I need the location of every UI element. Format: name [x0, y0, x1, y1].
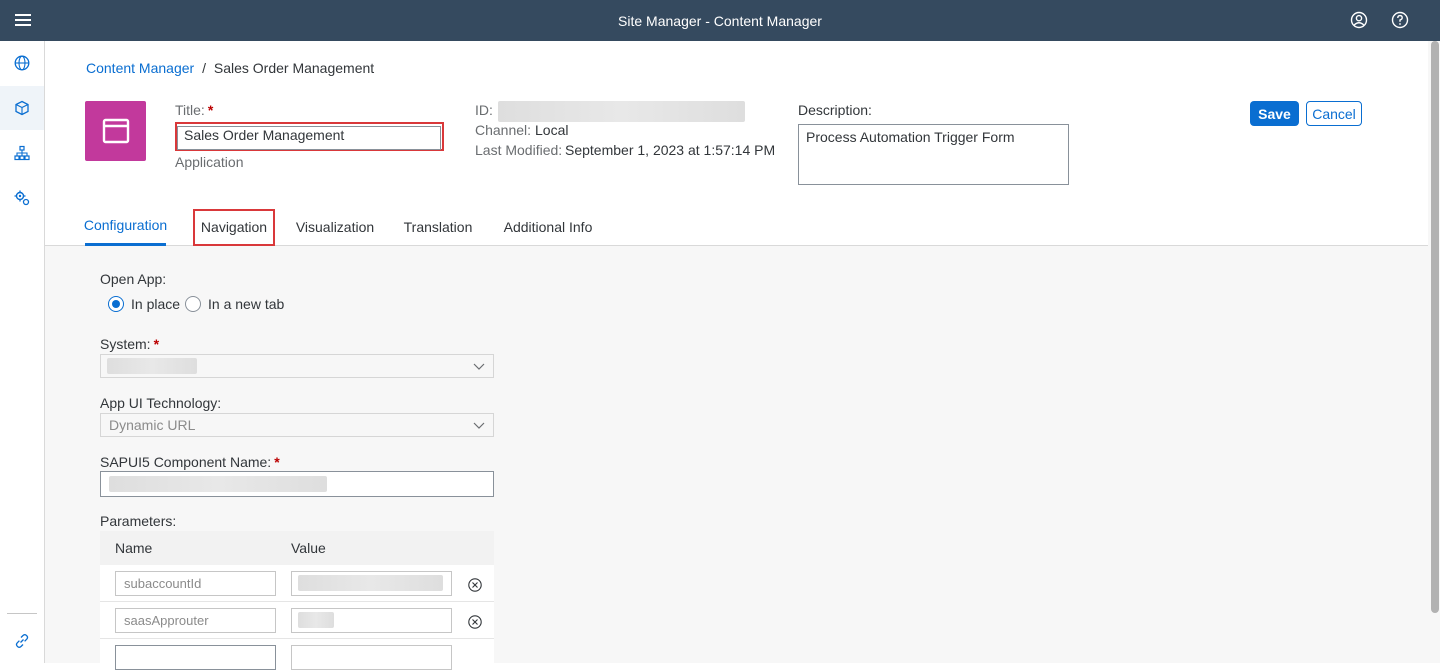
channel-value: Local — [535, 122, 569, 138]
breadcrumb-separator: / — [202, 60, 206, 76]
save-button[interactable]: Save — [1250, 101, 1299, 126]
title-value: Sales Order Management — [184, 127, 345, 143]
window-icon — [102, 118, 129, 144]
component-name-input[interactable] — [100, 471, 494, 497]
param-value-input[interactable] — [291, 571, 452, 596]
title-label: Title: * — [175, 102, 214, 118]
scrollbar-thumb[interactable] — [1431, 41, 1439, 613]
settings-icon — [14, 190, 30, 206]
parameters-table: Name Value subaccountId saasApprouter — [100, 531, 494, 670]
navigation-tab-highlight — [193, 209, 275, 246]
system-label: System: * — [100, 336, 160, 352]
param-name-input[interactable]: saasApprouter — [115, 608, 276, 633]
param-value-redacted — [298, 575, 443, 591]
chevron-down-icon — [473, 363, 485, 370]
application-icon — [85, 101, 146, 161]
remove-icon[interactable] — [468, 615, 482, 629]
param-column-value: Value — [291, 540, 326, 556]
help-icon[interactable] — [1391, 11, 1409, 29]
open-in-place-radio[interactable] — [108, 296, 124, 312]
remove-icon[interactable] — [468, 578, 482, 592]
app-ui-technology-value: Dynamic URL — [109, 417, 196, 433]
param-name-input-new[interactable] — [115, 645, 276, 670]
component-name-redacted — [109, 476, 327, 492]
sidenav-providers[interactable] — [0, 131, 44, 175]
id-label: ID: — [475, 102, 493, 118]
main-content: Content Manager / Sales Order Management… — [45, 41, 1428, 670]
side-navigation — [0, 41, 45, 663]
breadcrumb-link-content-manager[interactable]: Content Manager — [86, 60, 194, 76]
param-value-redacted — [298, 612, 334, 628]
sidenav-content-manager[interactable] — [0, 86, 44, 130]
cube-icon — [15, 100, 29, 116]
param-column-name: Name — [115, 540, 153, 556]
tab-configuration[interactable]: Configuration — [84, 207, 167, 246]
tab-visualization[interactable]: Visualization — [295, 207, 375, 246]
sidenav-sites[interactable] — [0, 41, 44, 85]
system-value-redacted — [107, 358, 197, 374]
chevron-down-icon — [473, 422, 485, 429]
object-header: Content Manager / Sales Order Management… — [45, 41, 1428, 246]
id-value-redacted — [498, 101, 745, 122]
shell-title: Site Manager - Content Manager — [618, 12, 822, 29]
table-row: saasApprouter — [100, 602, 494, 639]
channel-label: Channel: — [475, 122, 532, 138]
app-ui-technology-select[interactable]: Dynamic URL — [100, 413, 494, 437]
table-row: subaccountId — [100, 565, 494, 602]
globe-icon — [14, 55, 30, 71]
hierarchy-icon — [14, 145, 30, 161]
cancel-button[interactable]: Cancel — [1306, 101, 1362, 126]
tab-additional-info[interactable]: Additional Info — [503, 207, 593, 246]
breadcrumb-current: Sales Order Management — [213, 60, 375, 76]
shell-bar: Site Manager - Content Manager — [0, 0, 1440, 41]
parameters-label: Parameters: — [100, 513, 177, 529]
param-name-input[interactable]: subaccountId — [115, 571, 276, 596]
user-icon[interactable] — [1350, 11, 1368, 29]
system-select[interactable] — [100, 354, 494, 378]
param-value-input-new[interactable] — [291, 645, 452, 670]
sidenav-divider — [7, 613, 37, 614]
table-row — [100, 639, 494, 670]
open-new-tab-label[interactable]: In a new tab — [208, 296, 284, 312]
description-textarea[interactable]: Process Automation Trigger Form — [798, 124, 1069, 185]
open-new-tab-radio[interactable] — [185, 296, 201, 312]
menu-icon[interactable] — [13, 11, 33, 31]
component-name-label: SAPUI5 Component Name: * — [100, 454, 280, 470]
sidenav-link[interactable] — [0, 619, 44, 663]
open-in-place-label[interactable]: In place — [131, 296, 180, 312]
last-modified-label: Last Modified: — [475, 142, 563, 158]
description-label: Description: — [798, 102, 872, 118]
parameters-table-header: Name Value — [100, 531, 494, 565]
param-value-input[interactable] — [291, 608, 452, 633]
link-icon — [15, 634, 29, 648]
tab-translation[interactable]: Translation — [404, 207, 473, 246]
open-app-label: Open App: — [100, 271, 167, 287]
object-type: Application — [175, 154, 244, 170]
sidenav-settings[interactable] — [0, 176, 44, 220]
app-ui-technology-label: App UI Technology: — [100, 395, 222, 411]
breadcrumb: Content Manager / Sales Order Management — [86, 60, 374, 76]
tab-bar: Configuration Navigation Visualization T… — [45, 207, 745, 246]
last-modified-value: September 1, 2023 at 1:57:14 PM — [565, 142, 776, 158]
